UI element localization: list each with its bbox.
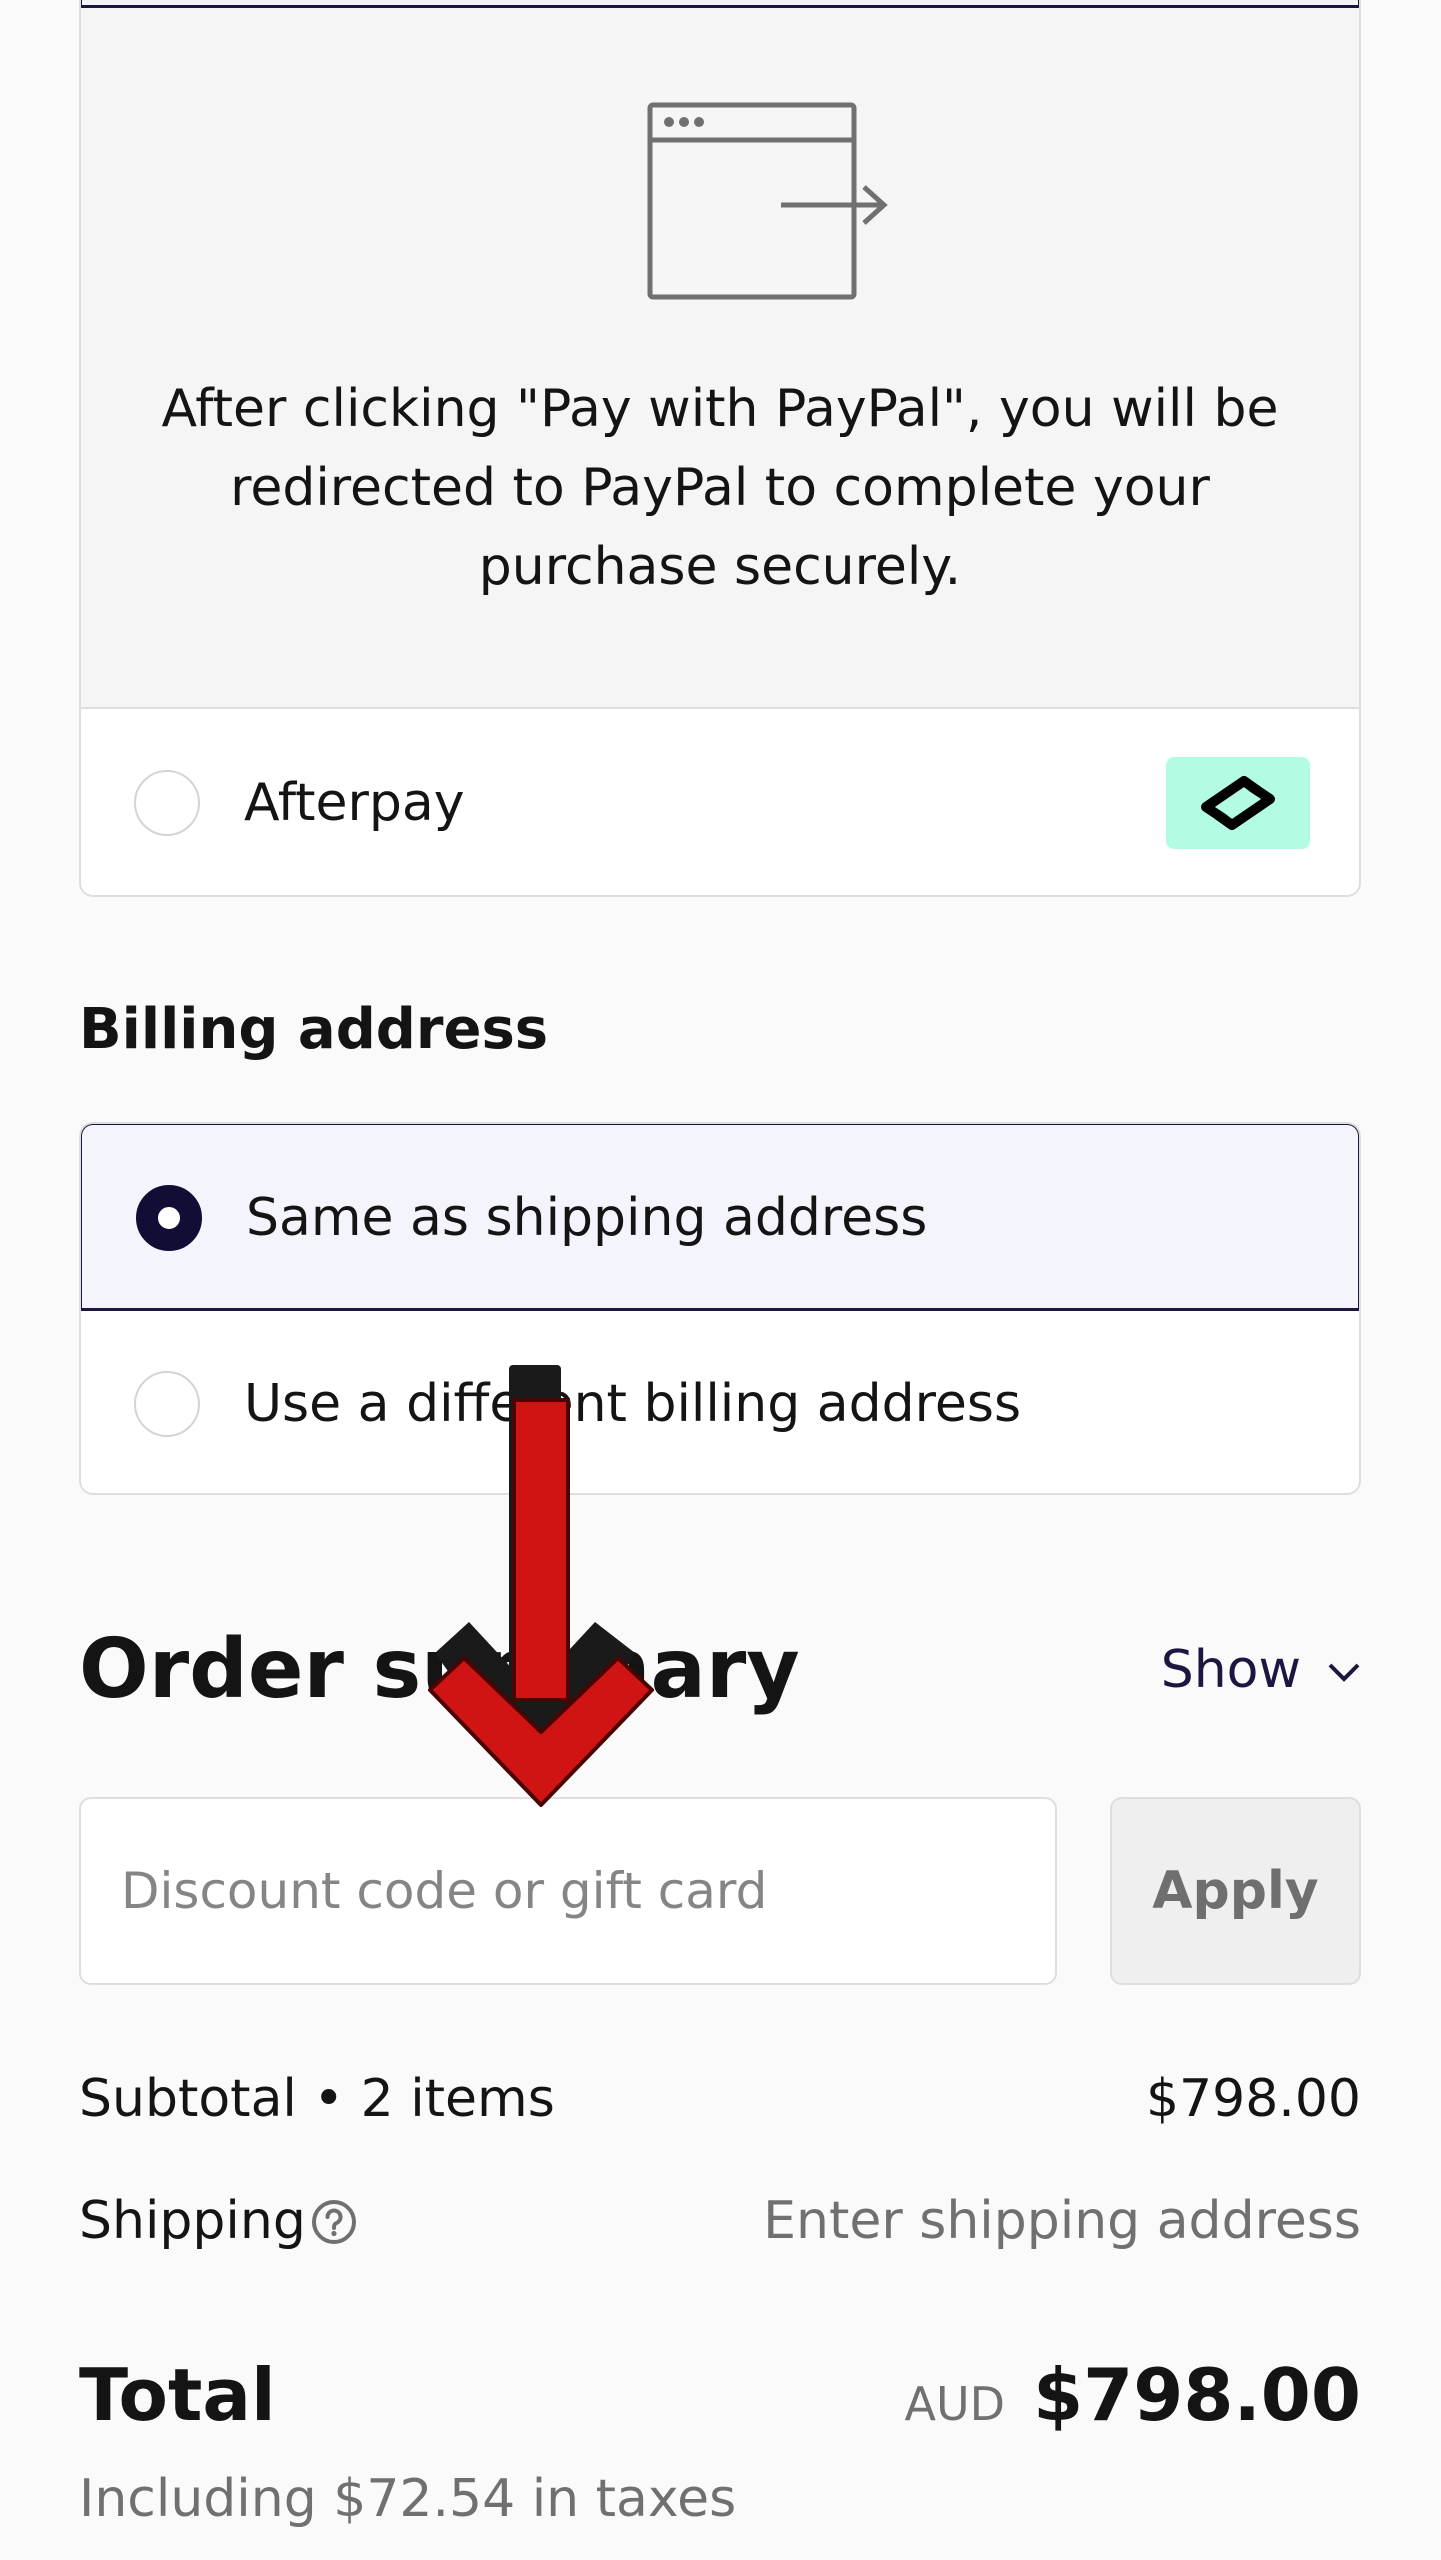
payment-option-afterpay[interactable]: Afterpay: [81, 709, 1359, 895]
subtotal-value: $798.00: [1145, 2069, 1361, 2129]
subtotal-label: Subtotal • 2 items: [79, 2069, 555, 2129]
payment-methods-box: After clicking "Pay with PayPal", you wi…: [79, 0, 1361, 897]
afterpay-label: Afterpay: [244, 773, 465, 833]
tax-note: Including $72.54 in taxes: [79, 2469, 737, 2529]
different-address-label: Use a different billing address: [244, 1374, 1022, 1434]
total-currency: AUD: [904, 2377, 1006, 2431]
same-address-radio[interactable]: [136, 1185, 202, 1251]
afterpay-logo-icon: [1166, 757, 1310, 849]
apply-discount-button[interactable]: Apply: [1110, 1797, 1361, 1985]
order-summary-title: Order summary: [79, 1622, 800, 1717]
paypal-details-panel: After clicking "Pay with PayPal", you wi…: [81, 0, 1359, 709]
discount-code-input[interactable]: [79, 1797, 1057, 1985]
same-address-label: Same as shipping address: [246, 1188, 928, 1248]
billing-option-same-as-shipping[interactable]: Same as shipping address: [81, 1124, 1359, 1311]
browser-redirect-icon: [647, 102, 888, 300]
order-summary-show-toggle[interactable]: Show: [1161, 1635, 1361, 1705]
total-value: AUD $798.00: [905, 2345, 1362, 2445]
shipping-value: Enter shipping address: [763, 2191, 1361, 2251]
billing-address-heading: Billing address: [79, 997, 549, 1062]
billing-address-options: Same as shipping address Use a different…: [79, 1122, 1361, 1495]
afterpay-radio[interactable]: [134, 770, 200, 836]
total-amount: $798.00: [1033, 2353, 1361, 2437]
different-address-radio[interactable]: [134, 1371, 200, 1437]
show-toggle-label: Show: [1160, 1640, 1301, 1700]
billing-option-different-address[interactable]: Use a different billing address: [81, 1311, 1359, 1493]
question-circle-icon[interactable]: [311, 2199, 357, 2245]
chevron-down-icon: [1328, 1663, 1360, 1682]
paypal-selected-border: [81, 0, 1359, 8]
paypal-redirect-message: After clicking "Pay with PayPal", you wi…: [161, 379, 1279, 597]
shipping-label: Shipping: [79, 2191, 306, 2251]
total-label: Total: [79, 2353, 276, 2437]
